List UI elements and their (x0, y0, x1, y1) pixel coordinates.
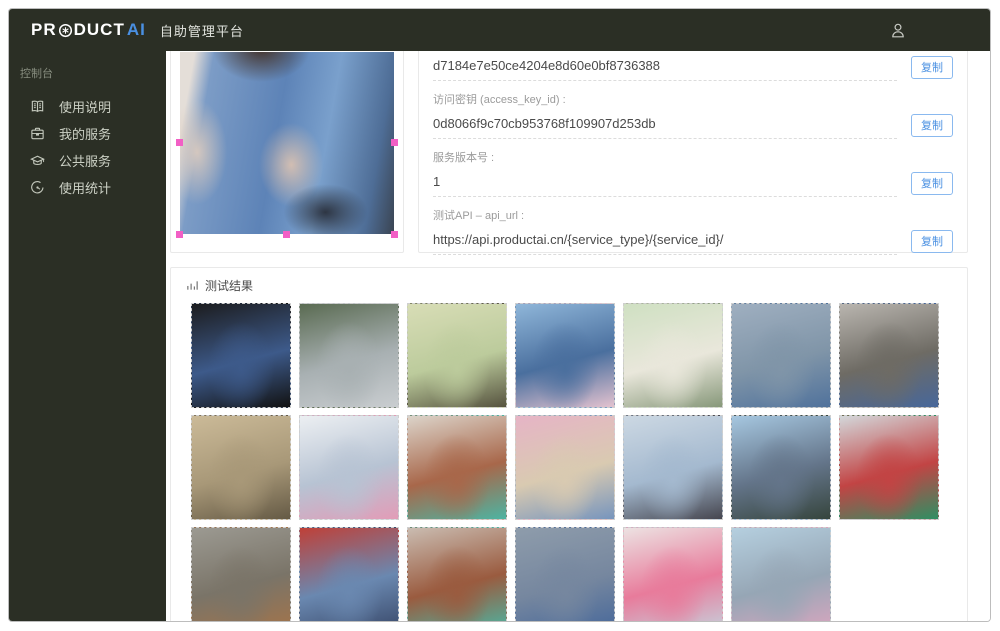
bar-chart-icon (186, 279, 199, 292)
result-thumbnail-18[interactable] (515, 527, 615, 621)
api-value-underline: https://api.productai.cn/{service_type}/… (433, 231, 897, 255)
briefcase-icon (30, 126, 45, 141)
copy-button[interactable]: 复制 (911, 114, 953, 137)
result-thumbnail-20[interactable] (731, 527, 831, 621)
user-icon[interactable] (890, 22, 906, 39)
gear-o-icon (58, 23, 73, 38)
api-info-card: d7184e7e50ce4204e8d60e0bf8736388 复制 访问密钥 (… (418, 51, 968, 313)
api-field-value: https://api.productai.cn/{service_type}/… (433, 232, 724, 247)
query-image[interactable] (176, 52, 398, 238)
api-value-underline: d7184e7e50ce4204e8d60e0bf8736388 (433, 57, 897, 81)
logo-text: PR (31, 20, 57, 39)
result-thumbnail-2[interactable] (299, 303, 399, 408)
copy-button[interactable]: 复制 (911, 56, 953, 79)
copy-button[interactable]: 复制 (911, 230, 953, 253)
results-title: 测试结果 (205, 279, 254, 293)
app-window: PR DUCT AI 自助管理平台 控制台 使用说明我的服务公共服务使用统计 (8, 8, 991, 622)
results-title-row: 测试结果 (171, 268, 967, 302)
api-value-underline: 0d8066f9c70cb953768f109907d253db (433, 115, 897, 139)
crop-handle-bottom-left[interactable] (176, 231, 183, 238)
result-thumbnail-8[interactable] (191, 415, 291, 520)
copy-button[interactable]: 复制 (911, 172, 953, 195)
crop-handle-bottom-right[interactable] (391, 231, 398, 238)
api-row: d7184e7e50ce4204e8d60e0bf8736388 复制 (433, 56, 953, 81)
api-row: 访问密钥 (access_key_id) : 0d8066f9c70cb95376… (433, 91, 953, 139)
api-field-label: 服务版本号 : (433, 152, 495, 164)
logo-ai-text: AI (126, 20, 146, 39)
book-icon (30, 99, 45, 114)
main-content: d7184e7e50ce4204e8d60e0bf8736388 复制 访问密钥 (… (166, 51, 990, 621)
result-thumbnail-14[interactable] (839, 415, 939, 520)
result-thumbnail-19[interactable] (623, 527, 723, 621)
sidebar-item-label: 我的服务 (59, 127, 112, 142)
crop-handle-bottom-center[interactable] (283, 231, 290, 238)
sidebar-item-label: 公共服务 (59, 154, 112, 169)
sidebar-item-label: 使用说明 (59, 100, 112, 115)
app-header: PR DUCT AI 自助管理平台 (9, 9, 990, 51)
api-field-label: 测试API – api_url : (433, 210, 525, 222)
api-value-line: https://api.productai.cn/{service_type}/… (433, 230, 953, 255)
api-field-value: d7184e7e50ce4204e8d60e0bf8736388 (433, 58, 661, 73)
query-image-card (170, 51, 404, 253)
graduation-cap-icon (30, 153, 45, 168)
api-value-line: 1 复制 (433, 172, 953, 197)
sidebar-item-2[interactable]: 公共服务 (9, 147, 166, 174)
results-grid (171, 302, 967, 621)
test-results-card: 测试结果 (170, 267, 968, 621)
result-thumbnail-15[interactable] (191, 527, 291, 621)
crop-handle-right[interactable] (391, 139, 398, 146)
api-row: 测试API – api_url : https://api.productai.c… (433, 207, 953, 255)
sidebar-item-0[interactable]: 使用说明 (9, 93, 166, 120)
sidebar-item-1[interactable]: 我的服务 (9, 120, 166, 147)
crop-handle-left[interactable] (176, 139, 183, 146)
result-thumbnail-11[interactable] (515, 415, 615, 520)
api-row: 服务版本号 : 1 复制 (433, 149, 953, 197)
result-thumbnail-3[interactable] (407, 303, 507, 408)
api-value-underline: 1 (433, 173, 897, 197)
api-value-line: d7184e7e50ce4204e8d60e0bf8736388 复制 (433, 56, 953, 81)
result-thumbnail-17[interactable] (407, 527, 507, 621)
sidebar-nav: 使用说明我的服务公共服务使用统计 (9, 93, 166, 201)
sidebar-item-label: 使用统计 (59, 181, 112, 196)
api-field-value: 1 (433, 174, 441, 189)
sidebar: 控制台 使用说明我的服务公共服务使用统计 (9, 51, 166, 621)
logo: PR DUCT AI (31, 20, 146, 40)
api-value-line: 0d8066f9c70cb953768f109907d253db 复制 (433, 114, 953, 139)
result-thumbnail-13[interactable] (731, 415, 831, 520)
api-field-value: 0d8066f9c70cb953768f109907d253db (433, 116, 656, 131)
result-thumbnail-16[interactable] (299, 527, 399, 621)
api-field-label: 访问密钥 (access_key_id) : (433, 94, 566, 106)
header-subtitle: 自助管理平台 (159, 23, 244, 39)
logo-text: DUCT (73, 20, 125, 39)
result-thumbnail-9[interactable] (299, 415, 399, 520)
result-thumbnail-10[interactable] (407, 415, 507, 520)
sidebar-section-label: 控制台 (20, 68, 53, 80)
result-thumbnail-5[interactable] (623, 303, 723, 408)
sidebar-item-3[interactable]: 使用统计 (9, 174, 166, 201)
result-thumbnail-4[interactable] (515, 303, 615, 408)
result-thumbnail-1[interactable] (191, 303, 291, 408)
result-thumbnail-6[interactable] (731, 303, 831, 408)
gauge-icon (30, 180, 45, 195)
result-thumbnail-7[interactable] (839, 303, 939, 408)
result-thumbnail-12[interactable] (623, 415, 723, 520)
